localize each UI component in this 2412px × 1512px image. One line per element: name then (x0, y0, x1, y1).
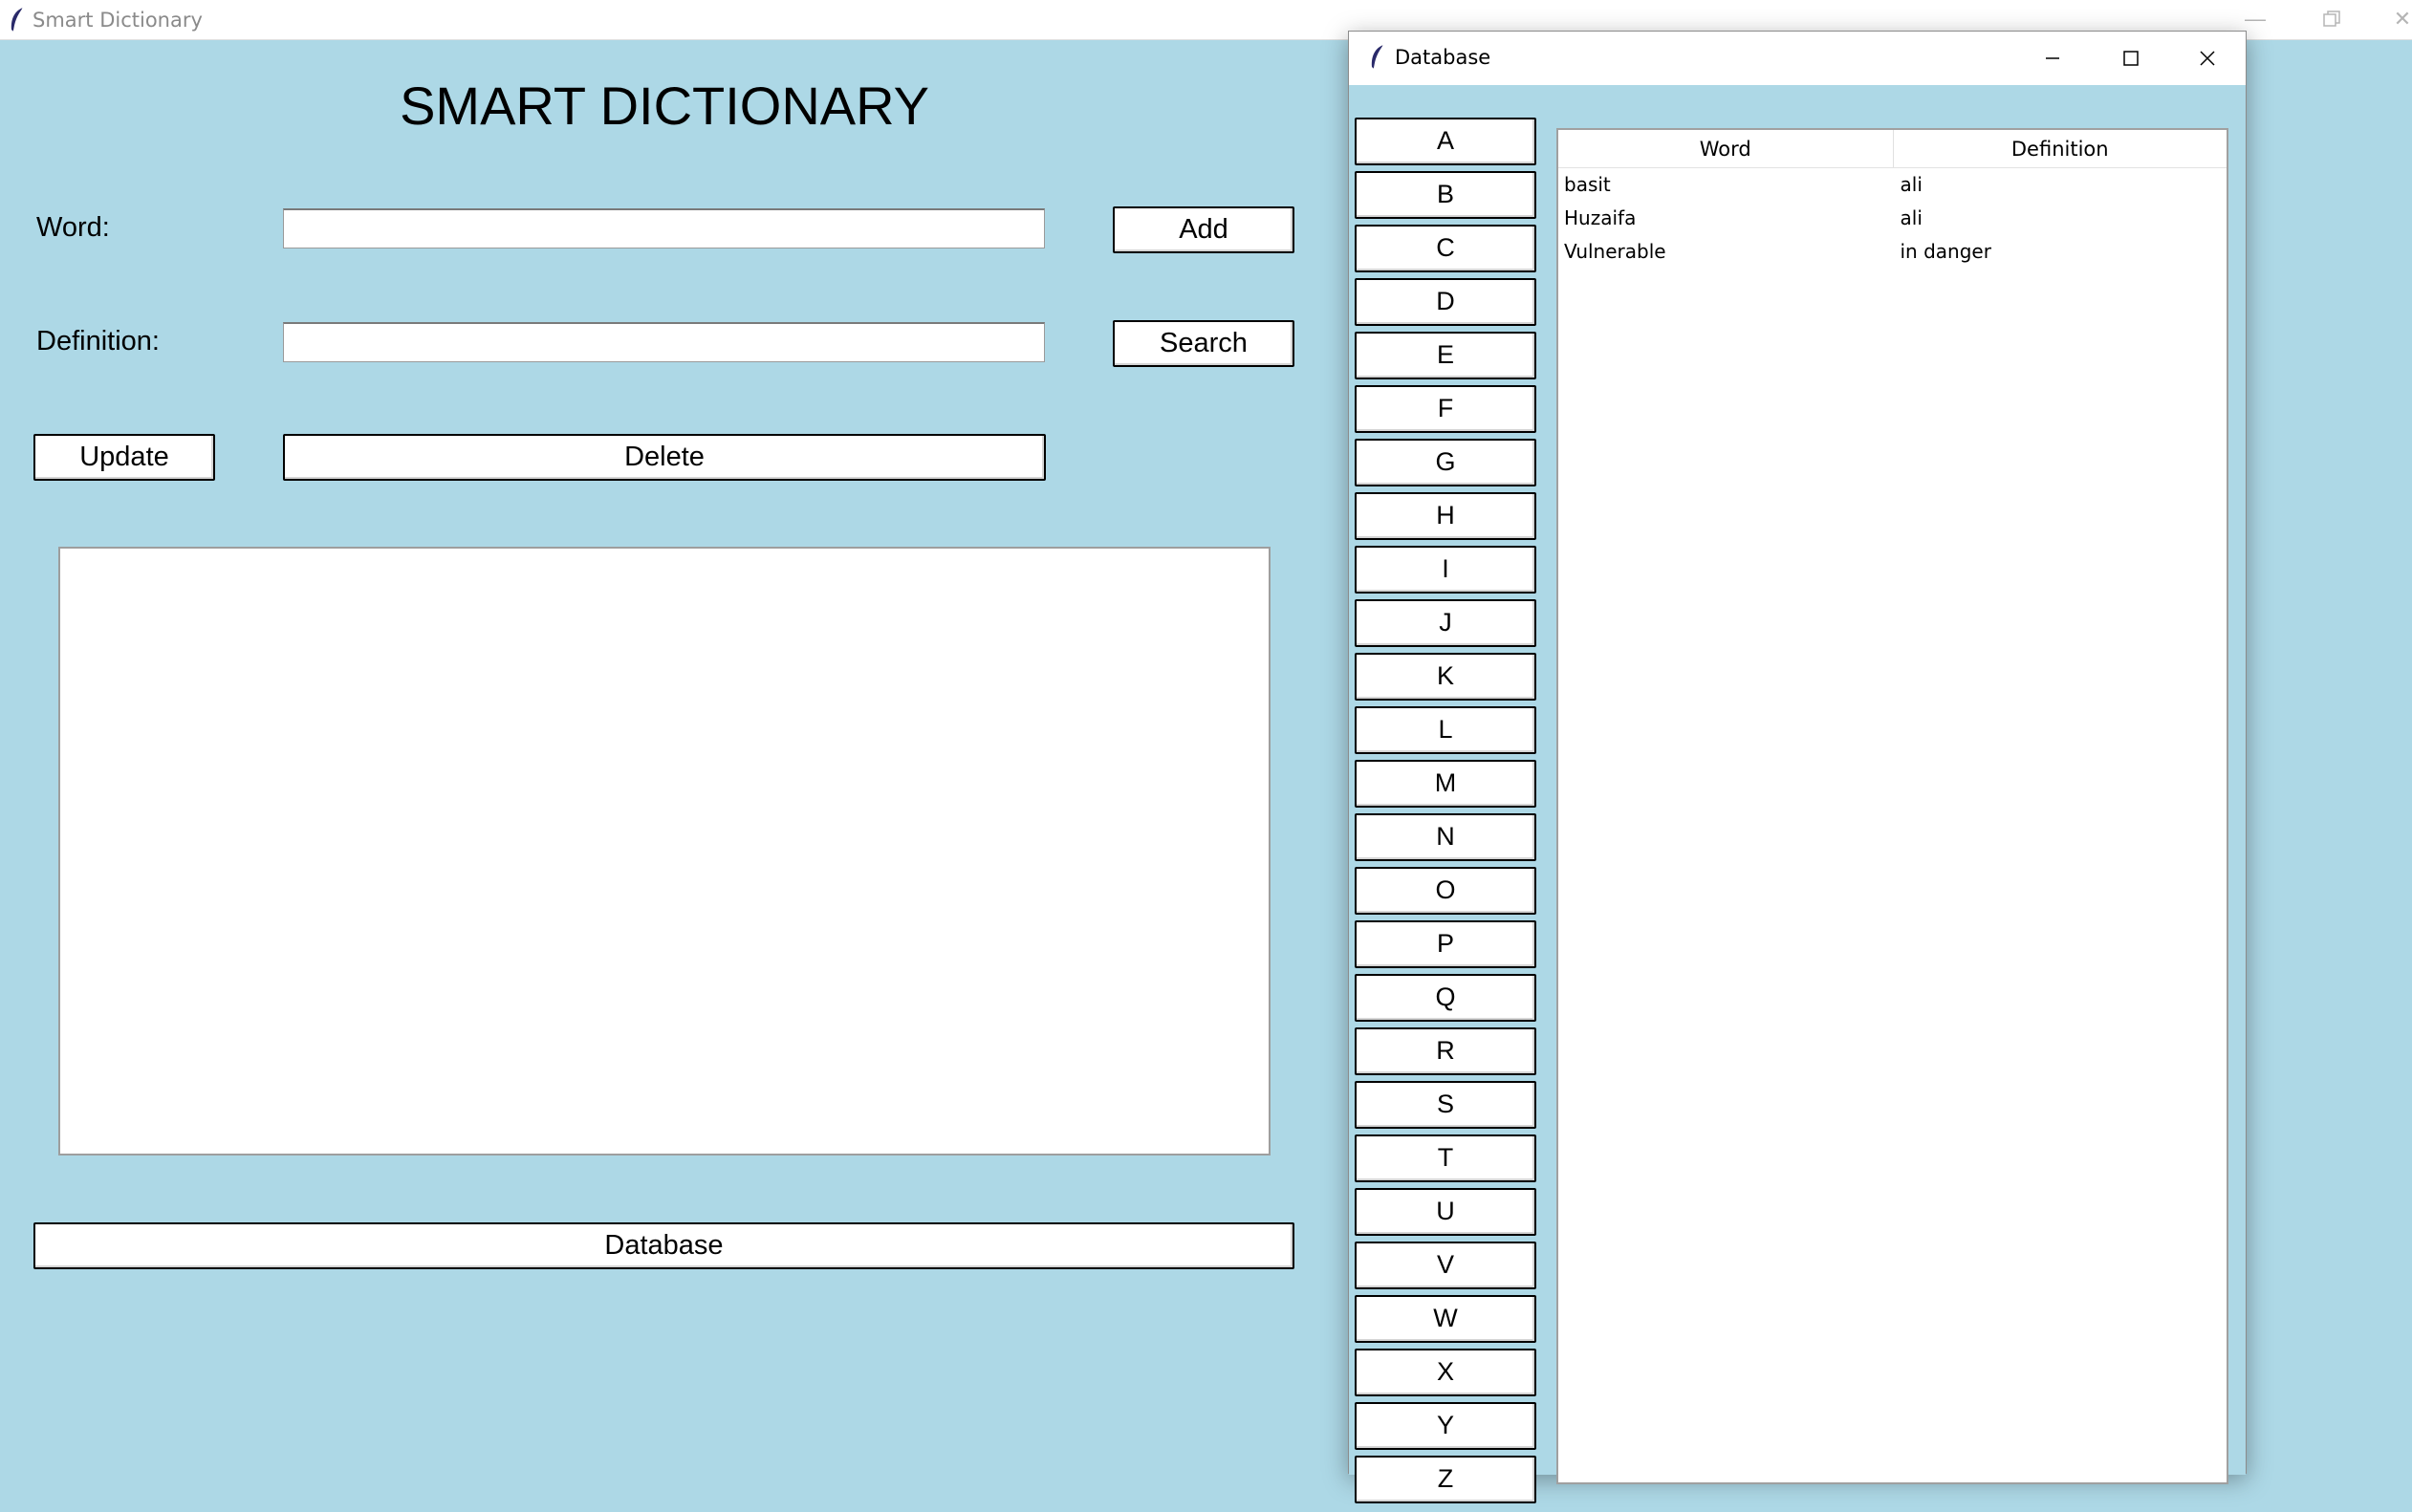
letter-button-c[interactable]: C (1355, 225, 1536, 272)
column-header-word[interactable]: Word (1558, 130, 1893, 167)
letter-button-u[interactable]: U (1355, 1188, 1536, 1236)
letter-button-w[interactable]: W (1355, 1295, 1536, 1343)
database-button[interactable]: Database (33, 1222, 1294, 1269)
table-row[interactable]: Vulnerable in danger (1558, 235, 2227, 269)
result-text-box[interactable] (58, 547, 1271, 1156)
letter-button-m[interactable]: M (1355, 760, 1536, 808)
letter-button-d[interactable]: D (1355, 278, 1536, 326)
letter-button-v[interactable]: V (1355, 1242, 1536, 1289)
database-body: ABCDEFGHIJKLMNOPQRSTUVWXYZ Word Definiti… (1349, 85, 2246, 1503)
letter-button-y[interactable]: Y (1355, 1402, 1536, 1450)
letter-button-f[interactable]: F (1355, 385, 1536, 433)
letter-button-k[interactable]: K (1355, 653, 1536, 701)
main-window-title: Smart Dictionary (33, 9, 203, 32)
letter-button-q[interactable]: Q (1355, 974, 1536, 1022)
definition-cell: ali (1900, 173, 1923, 196)
letter-button-a[interactable]: A (1355, 118, 1536, 165)
table-header: Word Definition (1558, 130, 2227, 168)
table-rows: basit ali Huzaifa ali Vulnerable in danger (1558, 168, 2227, 269)
database-window-title: Database (1395, 46, 1491, 69)
minimize-icon[interactable] (2026, 35, 2079, 81)
feather-icon (11, 7, 24, 32)
letter-button-i[interactable]: I (1355, 546, 1536, 594)
column-header-definition[interactable]: Definition (1892, 130, 2227, 167)
letter-button-j[interactable]: J (1355, 599, 1536, 647)
letter-button-r[interactable]: R (1355, 1027, 1536, 1075)
letter-button-column: ABCDEFGHIJKLMNOPQRSTUVWXYZ (1355, 118, 1536, 1509)
definition-cell: in danger (1900, 240, 1991, 263)
maximize-icon[interactable] (2104, 35, 2158, 81)
table-row[interactable]: Huzaifa ali (1558, 202, 2227, 235)
letter-button-n[interactable]: N (1355, 813, 1536, 861)
word-table[interactable]: Word Definition basit ali Huzaifa ali Vulner… (1556, 128, 2228, 1484)
app-heading: SMART DICTIONARY (400, 76, 929, 136)
close-icon[interactable] (2181, 35, 2234, 81)
table-row[interactable]: basit ali (1558, 168, 2227, 202)
letter-button-h[interactable]: H (1355, 492, 1536, 540)
add-button[interactable]: Add (1113, 206, 1294, 253)
definition-label: Definition: (36, 326, 160, 356)
feather-icon (1371, 44, 1384, 70)
word-cell: Huzaifa (1564, 206, 1637, 229)
word-cell: Vulnerable (1564, 240, 1666, 263)
letter-button-x[interactable]: X (1355, 1349, 1536, 1396)
letter-button-s[interactable]: S (1355, 1081, 1536, 1129)
letter-button-z[interactable]: Z (1355, 1456, 1536, 1503)
letter-button-p[interactable]: P (1355, 920, 1536, 968)
search-button[interactable]: Search (1113, 320, 1294, 367)
database-title-bar[interactable]: Database (1349, 32, 2246, 85)
delete-button[interactable]: Delete (283, 434, 1046, 481)
close-icon[interactable]: ✕ (2369, 0, 2412, 40)
letter-button-b[interactable]: B (1355, 171, 1536, 219)
restore-icon[interactable] (2298, 0, 2365, 40)
database-window: Database ABCDEFGHIJKLMNOPQRSTUVWXYZ Word… (1348, 31, 2247, 1503)
letter-button-l[interactable]: L (1355, 706, 1536, 754)
letter-button-g[interactable]: G (1355, 439, 1536, 486)
letter-button-o[interactable]: O (1355, 867, 1536, 915)
word-label: Word: (36, 212, 110, 243)
letter-button-e[interactable]: E (1355, 332, 1536, 379)
definition-field[interactable] (283, 322, 1045, 362)
word-cell: basit (1564, 173, 1611, 196)
definition-cell: ali (1900, 206, 1923, 229)
update-button[interactable]: Update (33, 434, 215, 481)
letter-button-t[interactable]: T (1355, 1134, 1536, 1182)
word-field[interactable] (283, 208, 1045, 248)
